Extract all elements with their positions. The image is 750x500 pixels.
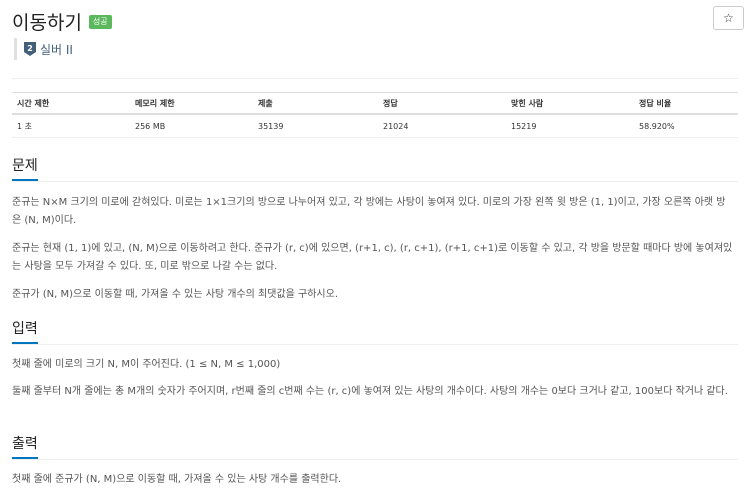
input-paragraph-1: 첫째 줄에 미로의 크기 N, M이 주어진다. (1 ≤ N, M ≤ 1,0… [12, 359, 281, 370]
problem-stats-table: 시간 제한 메모리 제한 제출 정답 맞힌 사람 정답 비율 1 초 256 M… [12, 92, 738, 138]
section-title-text: 문제 [12, 158, 38, 174]
stats-row: 1 초 256 MB 35139 21024 15219 58.920% [12, 114, 738, 138]
section-title-text: 입력 [12, 321, 38, 337]
solved-users-value[interactable]: 15219 [506, 114, 634, 138]
memory-limit-value: 256 MB [130, 114, 253, 138]
tier-row: 2 실버 II [14, 38, 73, 60]
header-accept-ratio: 정답 비율 [634, 92, 738, 115]
section-divider [12, 181, 738, 182]
output-paragraph-1: 첫째 줄에 준규가 (N, M)으로 이동할 때, 가져올 수 있는 사탕 개수… [12, 474, 342, 485]
favorite-star-button[interactable]: ☆ [713, 6, 744, 30]
tier-label[interactable]: 실버 II [40, 41, 73, 58]
description-paragraph-1: 준규는 N×M 크기의 미로에 갇혀있다. 미로는 1×1크기의 방으로 나누어… [12, 197, 726, 226]
stats-header-row: 시간 제한 메모리 제한 제출 정답 맞힌 사람 정답 비율 [12, 92, 738, 115]
submissions-value[interactable]: 35139 [253, 114, 378, 138]
header-submissions: 제출 [253, 92, 378, 115]
accepted-value[interactable]: 21024 [378, 114, 506, 138]
tier-badge-icon: 2 [24, 42, 36, 56]
section-title-text: 출력 [12, 436, 38, 452]
section-divider [12, 344, 738, 345]
description-paragraph-2: 준규는 현재 (1, 1)에 있고, (N, M)으로 이동하려고 한다. 준규… [12, 243, 733, 272]
problem-header: 이동하기 성공 [12, 8, 112, 35]
divider [12, 78, 738, 79]
section-title-description: 문제 [12, 155, 38, 181]
header-solved-users: 맞힌 사람 [506, 92, 634, 115]
problem-title: 이동하기 [12, 12, 82, 34]
input-paragraph-2: 둘째 줄부터 N개 줄에는 총 M개의 숫자가 주어지며, r번째 줄의 c번째… [12, 386, 728, 397]
header-memory-limit: 메모리 제한 [130, 92, 253, 115]
tier-number: 2 [27, 44, 33, 53]
accept-ratio-value: 58.920% [634, 114, 738, 138]
section-divider [12, 459, 738, 460]
section-title-output: 출력 [12, 433, 38, 459]
header-time-limit: 시간 제한 [12, 92, 130, 115]
section-title-input: 입력 [12, 318, 38, 344]
time-limit-value: 1 초 [12, 114, 130, 138]
star-icon: ☆ [723, 11, 734, 25]
status-badge: 성공 [88, 14, 112, 29]
description-paragraph-3: 준규가 (N, M)으로 이동할 때, 가져올 수 있는 사탕 개수의 최댓값을… [12, 289, 339, 300]
header-accepted: 정답 [378, 92, 506, 115]
